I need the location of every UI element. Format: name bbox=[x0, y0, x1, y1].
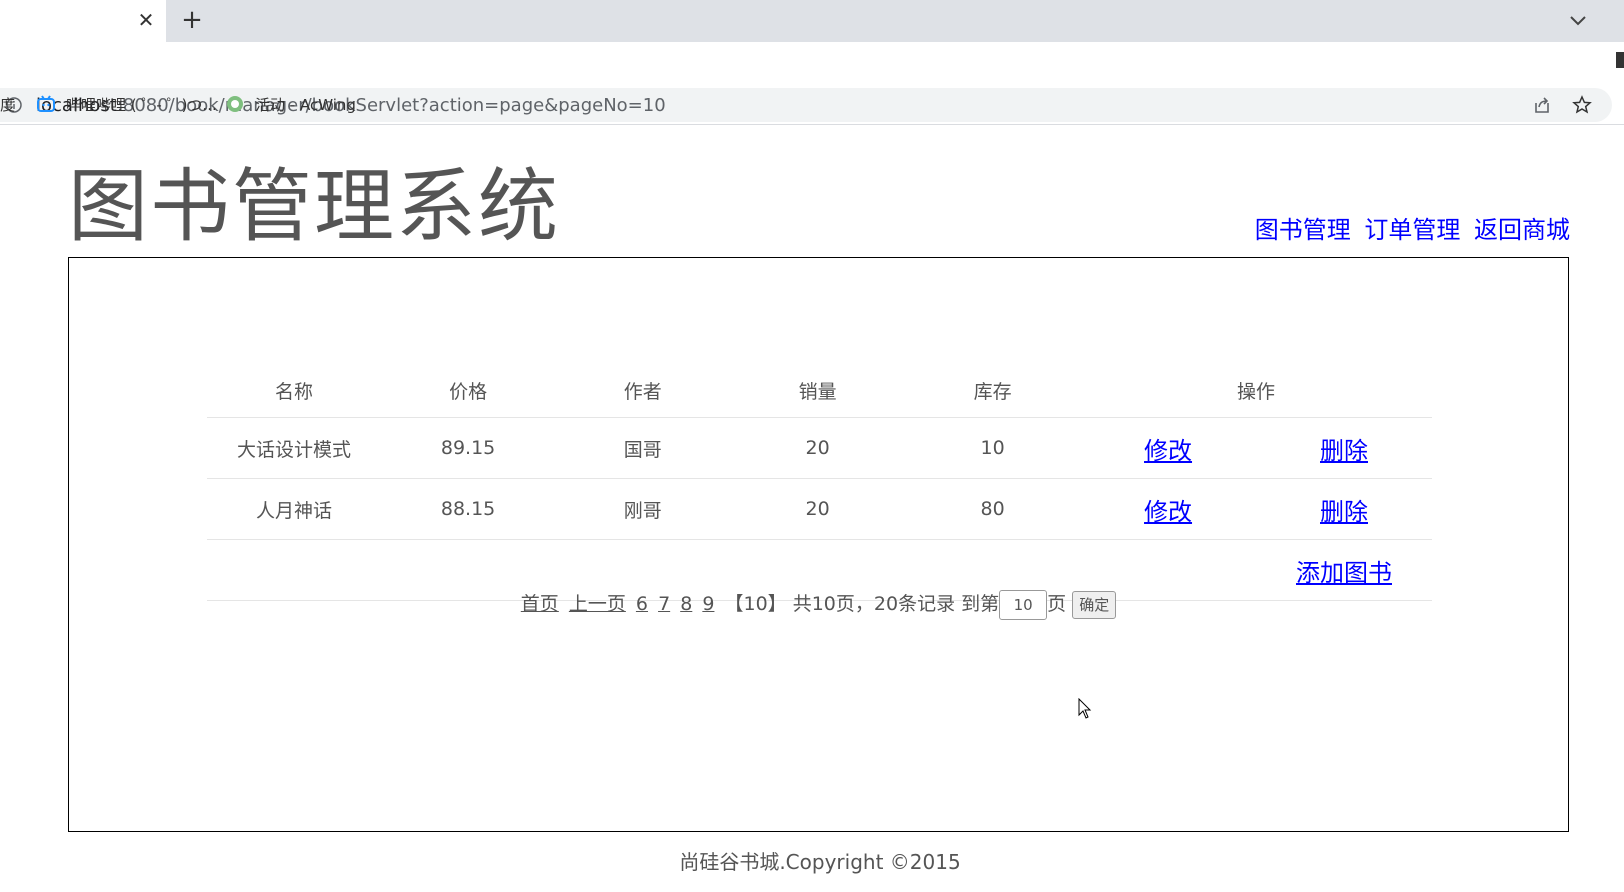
edit-link[interactable]: 修改 bbox=[1144, 498, 1192, 526]
edit-link[interactable]: 修改 bbox=[1144, 437, 1192, 465]
delete-cell: 删除 bbox=[1256, 417, 1432, 479]
add-book-link[interactable]: 添加图书 bbox=[1296, 559, 1392, 587]
main-panel: 名称 价格 作者 销量 库存 操作 大话设计模式 89.15 国哥 20 10 … bbox=[68, 257, 1569, 832]
col-header-name: 名称 bbox=[207, 363, 381, 418]
table-row: 大话设计模式 89.15 国哥 20 10 修改 删除 bbox=[207, 417, 1432, 479]
book-price: 88.15 bbox=[380, 478, 556, 540]
mouse-cursor-icon bbox=[1078, 698, 1092, 719]
prev-page-link[interactable]: 上一页 bbox=[569, 593, 626, 615]
table-row: 人月神话 88.15 刚哥 20 80 修改 删除 bbox=[207, 478, 1432, 540]
delete-cell: 删除 bbox=[1256, 478, 1432, 540]
first-page-link[interactable]: 首页 bbox=[521, 593, 559, 615]
page-link-7[interactable]: 7 bbox=[658, 593, 670, 615]
col-header-price: 价格 bbox=[380, 363, 556, 418]
page-number-input[interactable] bbox=[999, 589, 1048, 620]
book-stock: 10 bbox=[905, 417, 1081, 479]
book-table: 名称 价格 作者 销量 库存 操作 大话设计模式 89.15 国哥 20 10 … bbox=[207, 363, 1432, 601]
browser-toolbar: localhost:8080/book/manager/bookServlet?… bbox=[0, 42, 1624, 122]
current-page: 【10】 bbox=[724, 593, 787, 615]
bookmarks-bar: 度 哔哩哔哩 ( ゜- ゜)つ... 活动 - AcWing bbox=[0, 84, 1624, 125]
edit-cell: 修改 bbox=[1080, 478, 1256, 540]
bookmark-bilibili[interactable]: 哔哩哔哩 ( ゜- ゜)つ... bbox=[66, 94, 217, 115]
acwing-icon bbox=[227, 96, 243, 112]
page-link-8[interactable]: 8 bbox=[680, 593, 692, 615]
col-header-stock: 库存 bbox=[905, 363, 1081, 418]
page-link-6[interactable]: 6 bbox=[636, 593, 648, 615]
book-author: 国哥 bbox=[555, 417, 731, 479]
chevron-down-icon[interactable] bbox=[1566, 8, 1590, 32]
book-price: 89.15 bbox=[380, 417, 556, 479]
bilibili-icon bbox=[37, 95, 55, 112]
close-tab-icon[interactable]: ✕ bbox=[134, 8, 158, 32]
col-header-author: 作者 bbox=[555, 363, 731, 418]
pagination: 首页 上一页 6 7 8 9 【10】 共10页，20条记录 到第 页 确定 bbox=[69, 589, 1568, 620]
edit-cell: 修改 bbox=[1080, 417, 1256, 479]
nav-back-to-mall[interactable]: 返回商城 bbox=[1474, 216, 1570, 244]
col-header-sales: 销量 bbox=[730, 363, 906, 418]
top-nav: 图书管理 订单管理 返回商城 bbox=[1249, 210, 1570, 245]
page-link-9[interactable]: 9 bbox=[702, 593, 714, 615]
delete-link[interactable]: 删除 bbox=[1320, 437, 1368, 465]
book-name: 大话设计模式 bbox=[207, 417, 381, 479]
confirm-button[interactable]: 确定 bbox=[1072, 590, 1117, 619]
bookmark-item-partial[interactable]: 度 bbox=[0, 94, 15, 115]
page-title: 图书管理系统 bbox=[68, 160, 560, 253]
col-header-actions: 操作 bbox=[1080, 363, 1432, 418]
nav-order-manage[interactable]: 订单管理 bbox=[1364, 216, 1460, 244]
pager-summary: 共10页，20条记录 到第 bbox=[792, 593, 1000, 615]
book-name: 人月神话 bbox=[207, 478, 381, 540]
book-sales: 20 bbox=[730, 417, 906, 479]
book-author: 刚哥 bbox=[555, 478, 731, 540]
footer-copyright: 尚硅谷书城.Copyright ©2015 bbox=[679, 850, 961, 874]
nav-book-manage[interactable]: 图书管理 bbox=[1255, 216, 1351, 244]
bookmark-acwing[interactable]: 活动 - AcWing bbox=[255, 94, 356, 115]
new-tab-button[interactable]: + bbox=[180, 7, 204, 33]
delete-link[interactable]: 删除 bbox=[1320, 498, 1368, 526]
table-header-row: 名称 价格 作者 销量 库存 操作 bbox=[207, 363, 1432, 418]
extension-icon[interactable] bbox=[1616, 52, 1624, 68]
tab-strip: ✕ + bbox=[0, 0, 1624, 42]
book-sales: 20 bbox=[730, 478, 906, 540]
page-suffix: 页 bbox=[1047, 593, 1067, 615]
active-tab[interactable]: ✕ bbox=[0, 0, 166, 42]
book-stock: 80 bbox=[905, 478, 1081, 540]
